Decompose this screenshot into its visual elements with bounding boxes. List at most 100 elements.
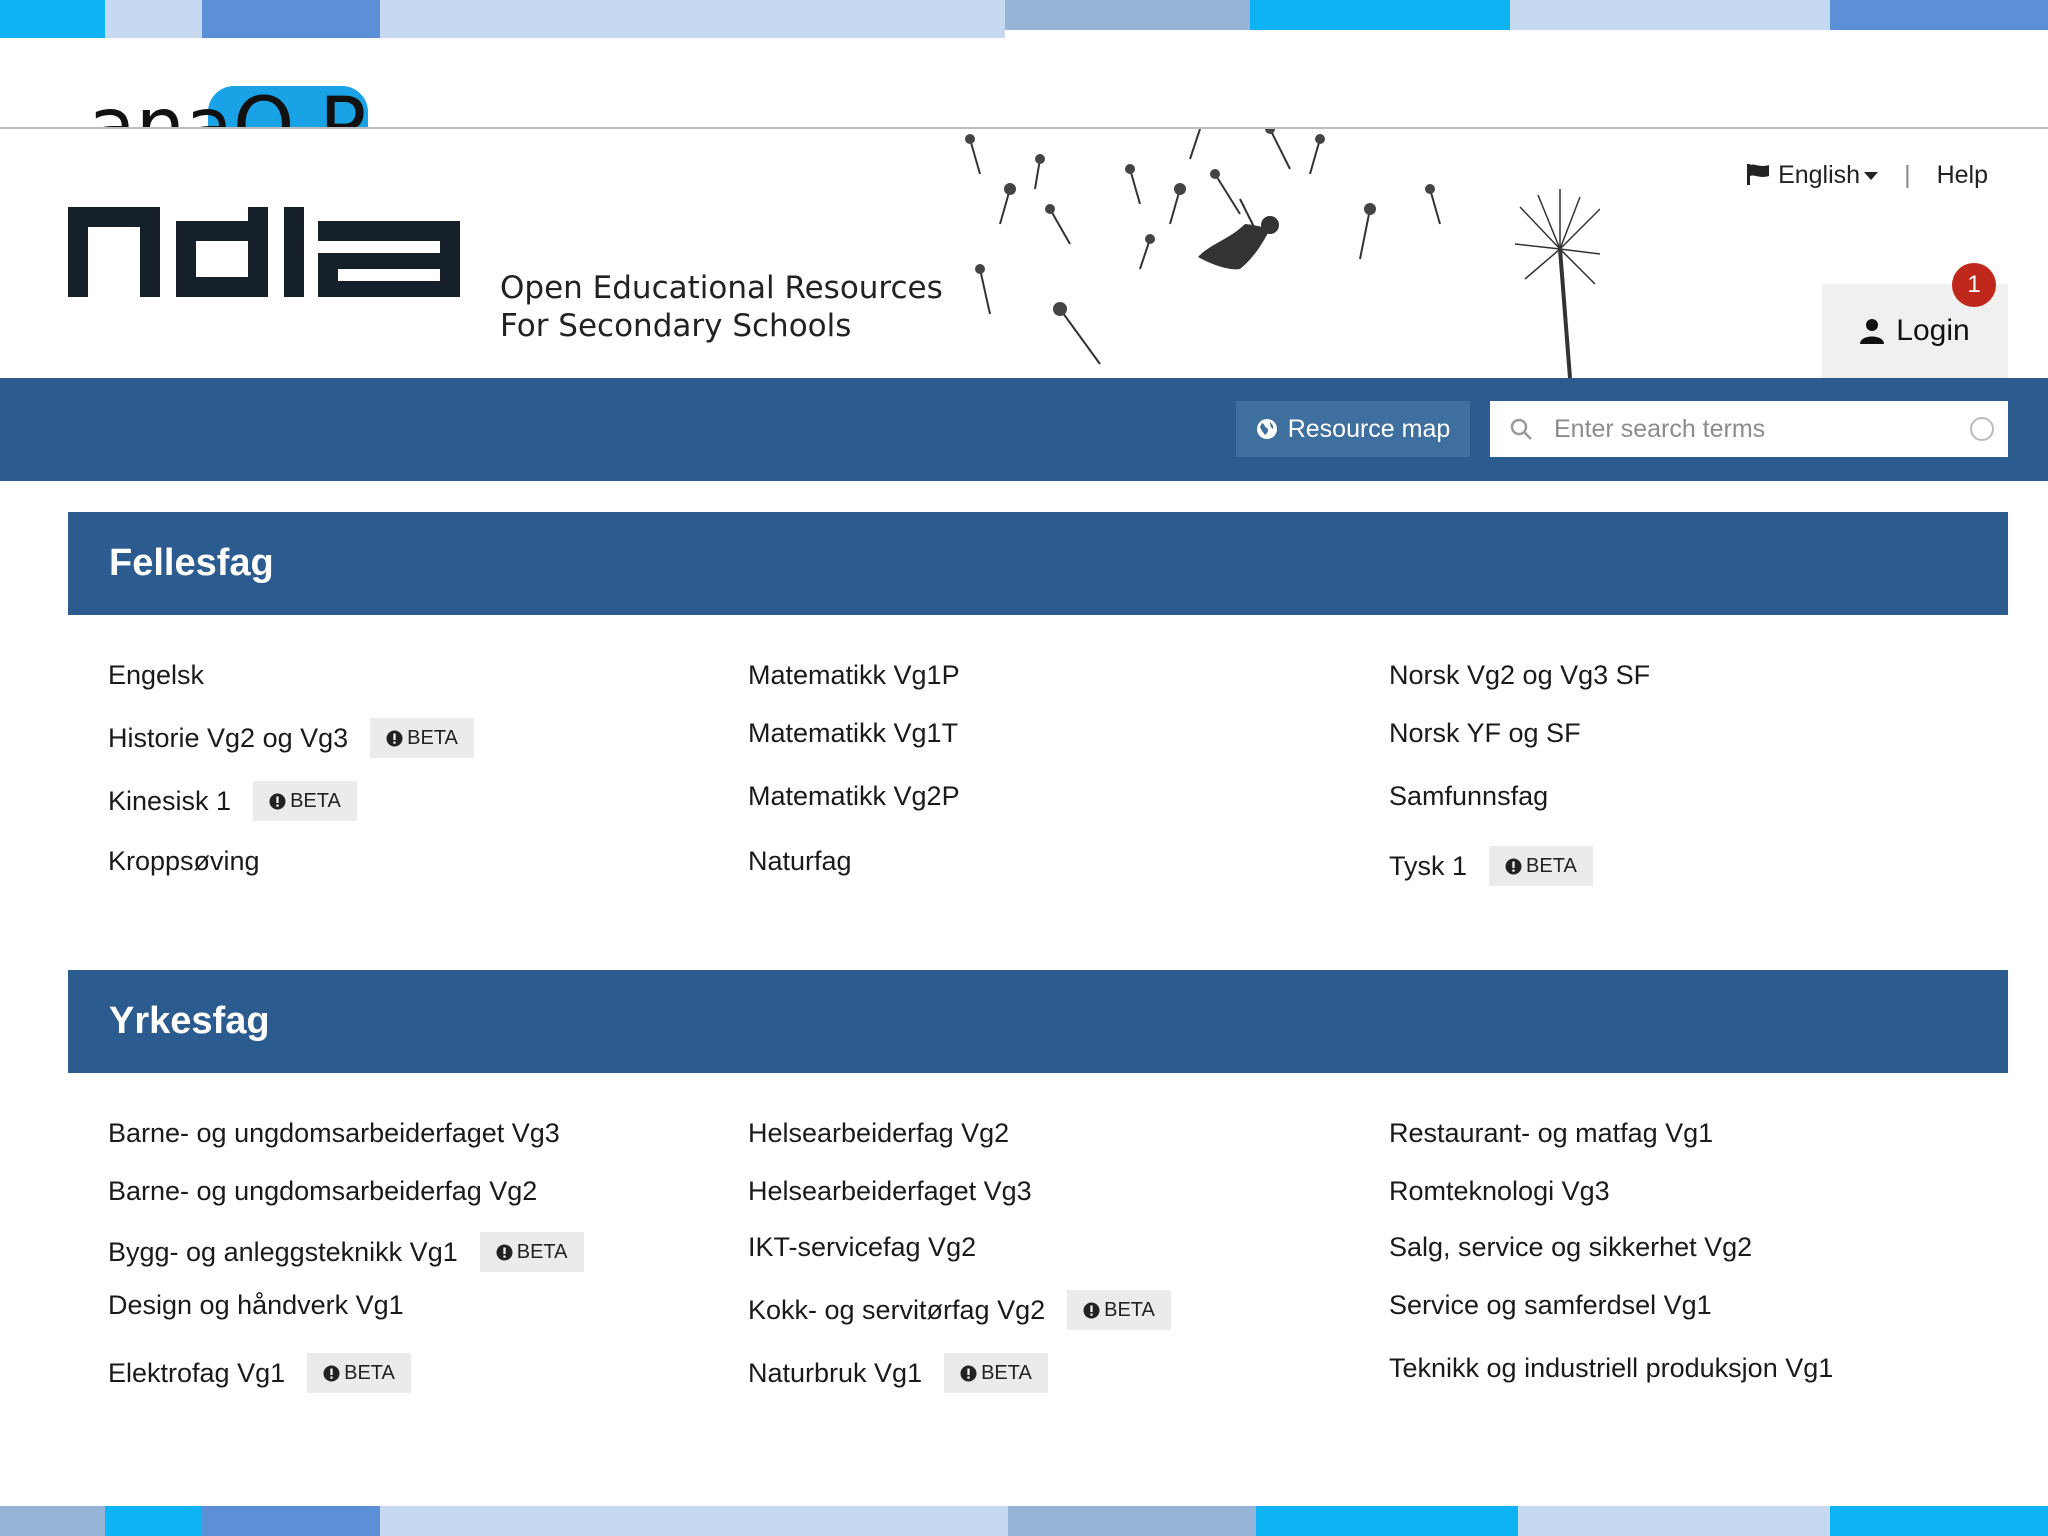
subject-link[interactable]: Design og håndverk Vg1 [108, 1290, 404, 1321]
beta-badge: BETA [253, 781, 357, 821]
subject-item[interactable]: Romteknologi Vg3 [1389, 1176, 1610, 1207]
subject-link[interactable]: Elektrofag Vg1 [108, 1358, 285, 1389]
loading-spinner-icon [1970, 417, 1994, 441]
beta-label: BETA [290, 789, 341, 812]
ndla-logo-mark [68, 207, 460, 297]
beta-label: BETA [407, 726, 458, 749]
ndla-logo[interactable] [68, 207, 460, 302]
subject-link[interactable]: Naturfag [748, 846, 852, 877]
subject-link[interactable]: Matematikk Vg1P [748, 660, 960, 691]
top-links: English | Help [1746, 161, 1988, 190]
info-icon [323, 1365, 340, 1381]
resource-map-label: Resource map [1287, 414, 1451, 443]
top-color-stripe [0, 0, 2048, 38]
subject-link[interactable]: Service og samferdsel Vg1 [1389, 1290, 1712, 1321]
subject-item[interactable]: Engelsk [108, 660, 204, 691]
subject-link[interactable]: Barne- og ungdomsarbeiderfaget Vg3 [108, 1118, 560, 1149]
subject-item[interactable]: Norsk Vg2 og Vg3 SF [1389, 660, 1650, 691]
subject-item[interactable]: Kroppsøving [108, 846, 260, 877]
subject-item[interactable]: Salg, service og sikkerhet Vg2 [1389, 1232, 1752, 1263]
subject-item[interactable]: Norsk YF og SF [1389, 718, 1581, 749]
subject-item[interactable]: Naturbruk Vg1 BETA [748, 1353, 1048, 1393]
subject-link[interactable]: Engelsk [108, 660, 204, 691]
help-link[interactable]: Help [1937, 161, 1988, 190]
section-header-fellesfag: Fellesfag [68, 512, 2008, 615]
info-icon [496, 1244, 513, 1260]
subject-link[interactable]: Historie Vg2 og Vg3 [108, 723, 348, 754]
subject-item[interactable]: Kokk- og servitørfag Vg2 BETA [748, 1290, 1171, 1330]
site-header: Open Educational Resources For Secondary… [0, 129, 2048, 378]
info-icon [1505, 858, 1522, 874]
subject-link[interactable]: Norsk YF og SF [1389, 718, 1581, 749]
beta-label: BETA [344, 1361, 395, 1384]
beta-badge: BETA [1489, 846, 1593, 886]
subject-item[interactable]: Helsearbeiderfag Vg2 [748, 1118, 1009, 1149]
user-icon [1860, 319, 1885, 344]
previous-page-sliver: anaO P [0, 80, 2048, 128]
subject-item[interactable]: IKT-servicefag Vg2 [748, 1232, 976, 1263]
resource-map-button[interactable]: Resource map [1236, 401, 1470, 457]
globe-icon [1256, 419, 1277, 439]
flag-icon [1747, 164, 1770, 185]
language-label: English [1778, 161, 1861, 189]
info-icon [269, 793, 286, 809]
info-icon [960, 1365, 977, 1381]
tagline-line-1: Open Educational Resources [500, 270, 943, 306]
subject-item[interactable]: Elektrofag Vg1 BETA [108, 1353, 411, 1393]
search-icon [1510, 418, 1532, 440]
subject-link[interactable]: Tysk 1 [1389, 851, 1467, 882]
beta-label: BETA [516, 1240, 568, 1263]
subject-item[interactable]: Design og håndverk Vg1 [108, 1290, 404, 1321]
subject-item[interactable]: Historie Vg2 og Vg3 BETA [108, 718, 474, 758]
info-icon [386, 730, 403, 746]
notification-badge[interactable]: 1 [1952, 263, 1996, 307]
subject-link[interactable]: Samfunnsfag [1389, 781, 1548, 812]
subject-link[interactable]: Norsk Vg2 og Vg3 SF [1389, 660, 1650, 691]
link-separator: | [1904, 161, 1911, 189]
tagline: Open Educational Resources For Secondary… [500, 269, 943, 345]
login-label: Login [1896, 314, 1970, 347]
language-selector[interactable]: English [1746, 161, 1879, 190]
subject-link[interactable]: Bygg- og anleggsteknikk Vg1 [108, 1237, 458, 1268]
subject-item[interactable]: Teknikk og industriell produksjon Vg1 [1389, 1353, 1833, 1384]
beta-badge: BETA [307, 1353, 411, 1393]
dandelion-illustration [965, 129, 1600, 378]
subject-item[interactable]: Matematikk Vg1P [748, 660, 960, 691]
subject-item[interactable]: Service og samferdsel Vg1 [1389, 1290, 1712, 1321]
subject-link[interactable]: Matematikk Vg1T [748, 718, 958, 749]
subject-item[interactable]: Bygg- og anleggsteknikk Vg1 BETA [108, 1232, 584, 1272]
subject-item[interactable]: Restaurant- og matfag Vg1 [1389, 1118, 1713, 1149]
section-title: Yrkesfag [109, 1000, 270, 1042]
subject-link[interactable]: Helsearbeiderfag Vg2 [748, 1118, 1009, 1149]
subject-link[interactable]: Kokk- og servitørfag Vg2 [748, 1295, 1045, 1326]
subject-item[interactable]: Helsearbeiderfaget Vg3 [748, 1176, 1032, 1207]
subject-item[interactable]: Barne- og ungdomsarbeiderfaget Vg3 [108, 1118, 560, 1149]
beta-badge: BETA [479, 1232, 584, 1272]
section-title: Fellesfag [109, 542, 274, 584]
search-box [1490, 401, 2008, 457]
subject-item[interactable]: Kinesisk 1 BETA [108, 781, 357, 821]
subject-link[interactable]: Kroppsøving [108, 846, 260, 877]
chevron-down-icon [1864, 172, 1879, 180]
search-input[interactable] [1552, 413, 1956, 445]
subject-link[interactable]: Kinesisk 1 [108, 786, 231, 817]
section-header-yrkesfag: Yrkesfag [68, 970, 2008, 1073]
subject-link[interactable]: Salg, service og sikkerhet Vg2 [1389, 1232, 1752, 1263]
subject-link[interactable]: Barne- og ungdomsarbeiderfag Vg2 [108, 1176, 537, 1207]
subject-link[interactable]: Naturbruk Vg1 [748, 1358, 922, 1389]
subject-link[interactable]: Restaurant- og matfag Vg1 [1389, 1118, 1713, 1149]
beta-badge: BETA [370, 718, 474, 758]
subject-link[interactable]: Teknikk og industriell produksjon Vg1 [1389, 1353, 1833, 1384]
subject-link[interactable]: Helsearbeiderfaget Vg3 [748, 1176, 1032, 1207]
subject-link[interactable]: IKT-servicefag Vg2 [748, 1232, 976, 1263]
subject-item[interactable]: Barne- og ungdomsarbeiderfag Vg2 [108, 1176, 537, 1207]
subject-link[interactable]: Matematikk Vg2P [748, 781, 960, 812]
subject-item[interactable]: Matematikk Vg1T [748, 718, 958, 749]
beta-badge: BETA [944, 1353, 1048, 1393]
bottom-color-stripe [0, 1506, 2048, 1536]
subject-item[interactable]: Samfunnsfag [1389, 781, 1548, 812]
subject-link[interactable]: Romteknologi Vg3 [1389, 1176, 1610, 1207]
subject-item[interactable]: Matematikk Vg2P [748, 781, 960, 812]
subject-item[interactable]: Tysk 1 BETA [1389, 846, 1593, 886]
subject-item[interactable]: Naturfag [748, 846, 852, 877]
